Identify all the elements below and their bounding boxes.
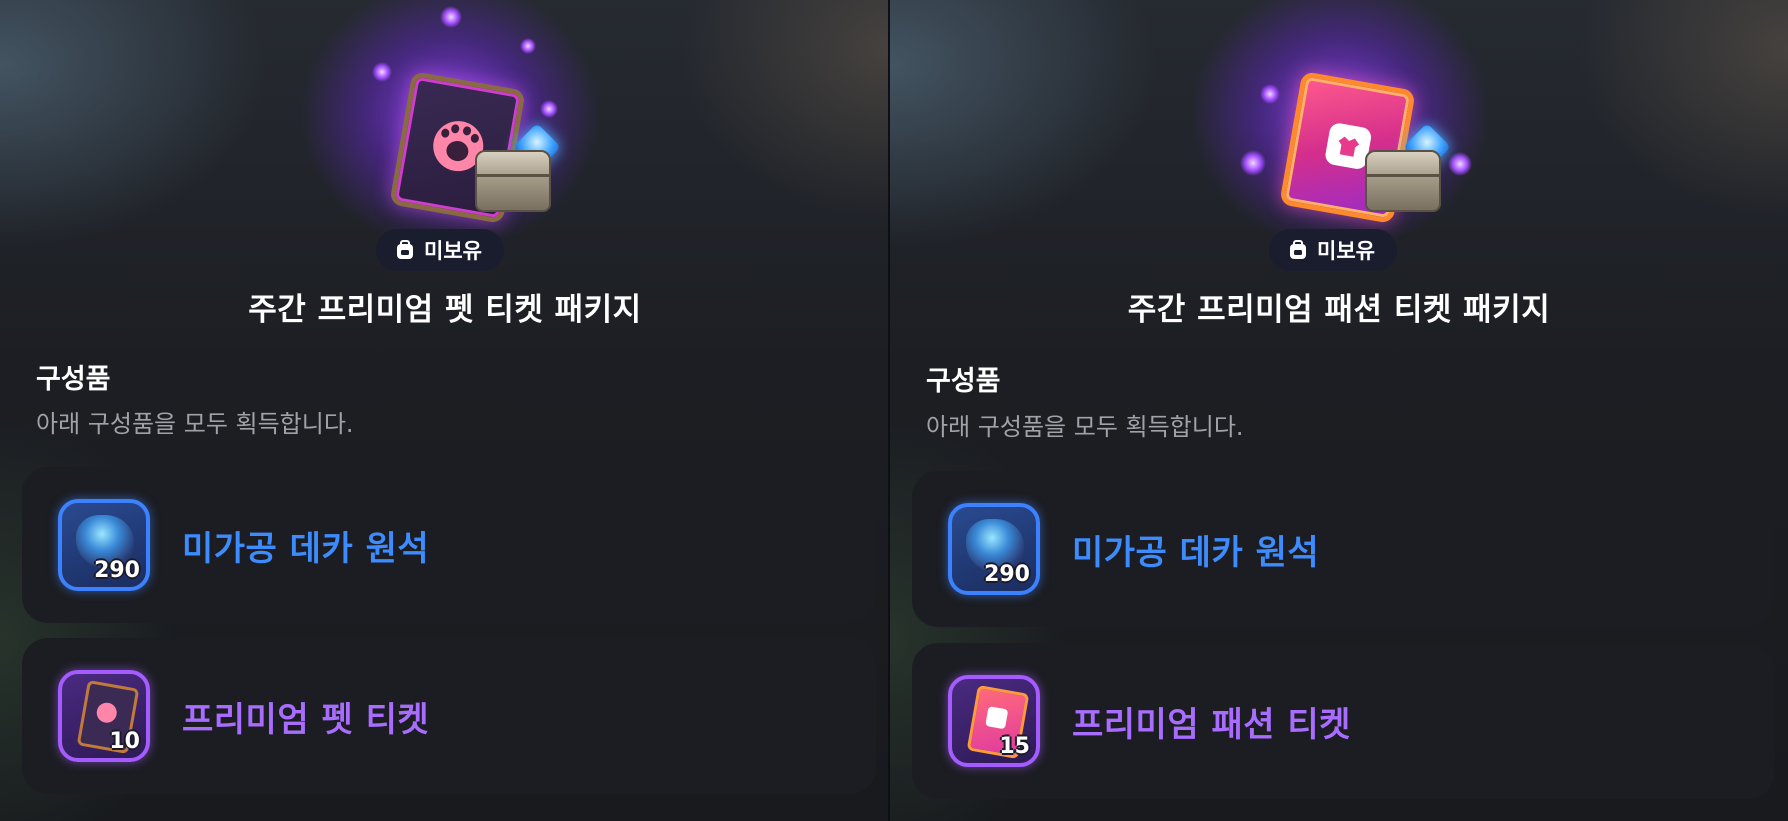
status-badge-label: 미보유 (424, 239, 482, 263)
premium-fashion-ticket-icon: 15 (948, 675, 1040, 767)
package-panel-pet: 미보유 주간 프리미엄 펫 티켓 패키지 구성품 아래 구성품을 모두 획득합니… (0, 0, 890, 821)
contents-item-premium-pet-ticket[interactable]: 10 프리미엄 펫 티켓 (22, 638, 876, 794)
item-label: 미가공 데카 원석 (1072, 533, 1320, 573)
status-badge-label: 미보유 (1317, 239, 1375, 263)
contents-description: 아래 구성품을 모두 획득합니다. (926, 413, 1244, 441)
package-panel-fashion: 미보유 주간 프리미엄 패션 티켓 패키지 구성품 아래 구성품을 모두 획득합… (890, 0, 1788, 821)
package-hero-image (1190, 0, 1490, 250)
item-label: 프리미엄 펫 티켓 (182, 700, 430, 740)
sparkle-icon (520, 38, 536, 54)
treasure-chest-icon (1365, 150, 1441, 212)
sparkle-icon (1260, 84, 1280, 104)
sparkle-icon (540, 100, 558, 118)
premium-pet-ticket-icon: 10 (58, 670, 150, 762)
item-label: 미가공 데카 원석 (182, 529, 430, 569)
package-hero-image (300, 0, 600, 250)
ownership-status-badge: 미보유 (1269, 229, 1397, 271)
contents-section-title: 구성품 (36, 364, 111, 395)
ownership-status-badge: 미보유 (376, 229, 504, 271)
item-quantity: 290 (984, 562, 1030, 587)
contents-item-raw-deca-ore[interactable]: 290 미가공 데카 원석 (912, 471, 1774, 627)
package-title: 주간 프리미엄 패션 티켓 패키지 (1127, 292, 1551, 328)
item-quantity: 290 (94, 558, 140, 583)
backpack-icon (397, 240, 413, 259)
sparkle-icon (440, 6, 462, 28)
package-title: 주간 프리미엄 펫 티켓 패키지 (248, 292, 642, 328)
backpack-icon (1290, 240, 1306, 259)
raw-deca-ore-icon: 290 (58, 499, 150, 591)
raw-deca-ore-icon: 290 (948, 503, 1040, 595)
contents-section-title: 구성품 (926, 366, 1001, 397)
contents-description: 아래 구성품을 모두 획득합니다. (36, 410, 354, 438)
item-quantity: 15 (999, 734, 1030, 759)
item-quantity: 10 (109, 729, 140, 754)
sparkle-icon (1448, 152, 1472, 176)
sparkle-icon (372, 62, 392, 82)
item-label: 프리미엄 패션 티켓 (1072, 705, 1351, 745)
contents-item-premium-fashion-ticket[interactable]: 15 프리미엄 패션 티켓 (912, 643, 1774, 799)
contents-item-raw-deca-ore[interactable]: 290 미가공 데카 원석 (22, 467, 876, 623)
treasure-chest-icon (475, 150, 551, 212)
sparkle-icon (1240, 150, 1266, 176)
